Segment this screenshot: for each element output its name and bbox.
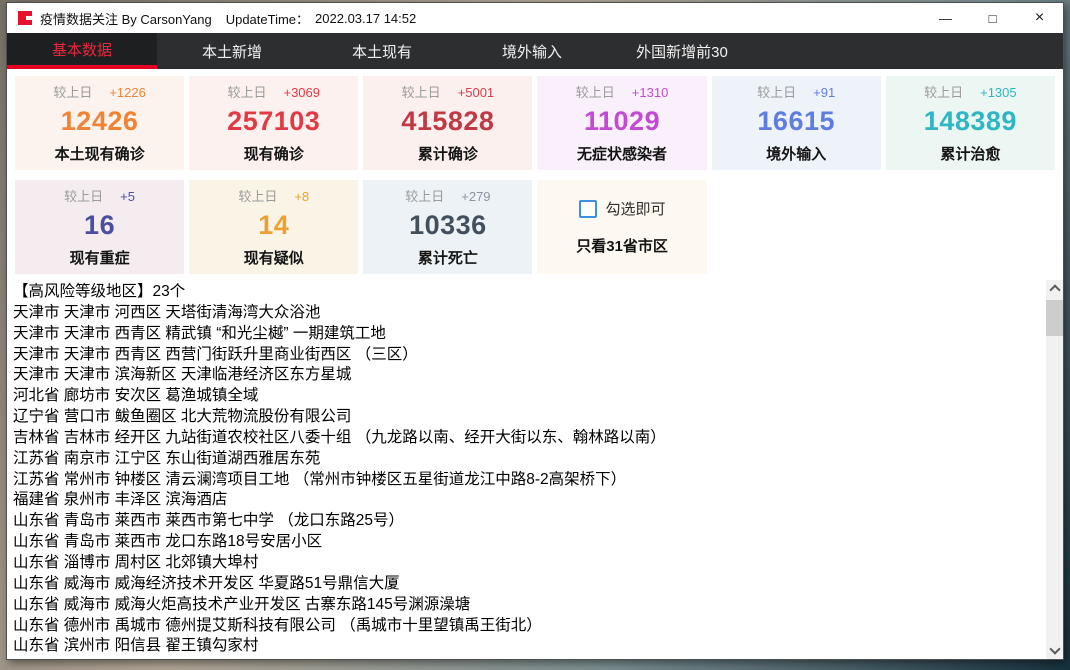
stat-title: 现有确诊 (244, 143, 304, 164)
high-risk-region-list: 【高风险等级地区】23个 天津市 天津市 河西区 天塔街清海湾大众浴池 天津市 … (7, 280, 1063, 659)
compare-label: 较上日 (576, 82, 615, 101)
checkbox-hint-label: 勾选即可 (606, 198, 666, 219)
stat-card-suspected: 较上日 +8 14 现有疑似 (189, 180, 358, 274)
close-button[interactable]: × (1016, 3, 1063, 33)
compare-label: 较上日 (924, 82, 963, 101)
filter-card-title: 只看31省市区 (576, 235, 668, 256)
list-item: 山东省 青岛市 莱西市 龙口东路18号安居小区 (13, 532, 1039, 553)
delta-value: +1226 (109, 85, 146, 100)
tab-foreign-top30[interactable]: 外国新增前30 (607, 33, 757, 69)
compare-label: 较上日 (238, 186, 277, 205)
delta-value: +8 (294, 189, 309, 204)
compare-label: 较上日 (405, 186, 444, 205)
stat-value: 12426 (61, 106, 139, 137)
list-header: 【高风险等级地区】23个 (13, 282, 1039, 303)
stat-value: 16 (84, 210, 115, 241)
compare-label: 较上日 (757, 82, 796, 101)
delta-value: +279 (461, 189, 490, 204)
stat-card-severe: 较上日 +5 16 现有重症 (15, 180, 184, 274)
tab-basic-data[interactable]: 基本数据 (7, 33, 157, 69)
tab-imported[interactable]: 境外输入 (457, 33, 607, 69)
tab-local-current[interactable]: 本土现有 (307, 33, 457, 69)
list-item: 吉林省 吉林市 经开区 九站街道农校社区八委十组 （九龙路以南、经开大街以东、翰… (13, 428, 1039, 449)
list-item: 山东省 威海市 威海经济技术开发区 华夏路51号鼎信大厦 (13, 574, 1039, 595)
delta-value: +5 (120, 189, 135, 204)
stat-value: 14 (258, 210, 289, 241)
stat-value: 257103 (227, 106, 320, 137)
delta-value: +1310 (632, 85, 669, 100)
stat-title: 境外输入 (766, 143, 826, 164)
tab-local-new[interactable]: 本土新增 (157, 33, 307, 69)
list-item: 天津市 天津市 河西区 天塔街清海湾大众浴池 (13, 303, 1039, 324)
compare-label: 较上日 (402, 82, 441, 101)
list-item: 江苏省 南京市 江宁区 东山街道湖西雅居东苑 (13, 449, 1039, 470)
stat-title: 现有疑似 (244, 247, 304, 268)
delta-value: +3069 (283, 85, 320, 100)
app-window: 疫情数据关注 By CarsonYang UpdateTime： 2022.03… (6, 2, 1064, 660)
list-item: 天津市 天津市 西青区 西营门街跃升里商业街西区 （三区） (13, 345, 1039, 366)
list-item: 山东省 德州市 禹城市 德州提艾斯科技有限公司 （禹城市十里望镇禹王街北） (13, 616, 1039, 637)
stat-title: 现有重症 (70, 247, 130, 268)
compare-label: 较上日 (64, 186, 103, 205)
scrollbar-thumb[interactable] (1046, 300, 1063, 336)
stat-title: 累计确诊 (418, 143, 478, 164)
list-item: 山东省 淄博市 周村区 北郊镇大埠村 (13, 553, 1039, 574)
chevron-down-icon (1049, 643, 1060, 654)
only-31-provinces-checkbox[interactable] (579, 200, 597, 218)
window-title: 疫情数据关注 By CarsonYang (40, 9, 212, 28)
titlebar[interactable]: 疫情数据关注 By CarsonYang UpdateTime： 2022.03… (7, 3, 1063, 33)
stat-card-local-active-confirmed: 较上日 +1226 12426 本土现有确诊 (15, 76, 184, 170)
stats-row-1: 较上日 +1226 12426 本土现有确诊 较上日 +3069 257103 现有… (15, 76, 1055, 170)
list-item: 天津市 天津市 西青区 精武镇 “和光尘樾” 一期建筑工地 (13, 324, 1039, 345)
navbar: 基本数据 本土新增 本土现有 境外输入 外国新增前30 (7, 33, 1063, 69)
delta-value: +5001 (458, 85, 495, 100)
list-item: 山东省 滨州市 阳信县 翟王镇勾家村 (13, 636, 1039, 657)
compare-label: 较上日 (53, 82, 92, 101)
list-item: 山东省 威海市 威海火炬高技术产业开发区 古寨东路145号渊源澡塘 (13, 595, 1039, 616)
stat-card-total-cured: 较上日 +1305 148389 累计治愈 (886, 76, 1055, 170)
stat-value: 16615 (757, 106, 835, 137)
list-item: 河北省 廊坊市 安次区 葛渔城镇全域 (13, 386, 1039, 407)
window-controls: — □ × (922, 3, 1063, 33)
app-logo-icon (18, 11, 32, 25)
stats-panel: 较上日 +1226 12426 本土现有确诊 较上日 +3069 257103 现有… (7, 69, 1063, 280)
stat-title: 无症状感染者 (577, 143, 667, 164)
list-item: 江苏省 常州市 钟楼区 清云澜湾项目工地 （常州市钟楼区五星街道龙江中路8-2高… (13, 470, 1039, 491)
stat-title: 累计死亡 (418, 247, 478, 268)
stat-card-total-confirmed: 较上日 +5001 415828 累计确诊 (363, 76, 532, 170)
filter-card: 勾选即可 只看31省市区 (537, 180, 706, 274)
stat-card-active-confirmed: 较上日 +3069 257103 现有确诊 (189, 76, 358, 170)
stat-value: 10336 (409, 210, 487, 241)
scroll-up-button[interactable] (1046, 280, 1063, 297)
stat-value: 415828 (401, 106, 494, 137)
stat-card-imported: 较上日 +91 16615 境外输入 (712, 76, 881, 170)
compare-label: 较上日 (227, 82, 266, 101)
list-item: 福建省 泉州市 丰泽区 滨海酒店 (13, 490, 1039, 511)
stat-title: 累计治愈 (940, 143, 1000, 164)
update-time-label: UpdateTime： (226, 9, 309, 28)
stat-title: 本土现有确诊 (55, 143, 145, 164)
update-time-value: 2022.03.17 14:52 (315, 11, 416, 26)
delta-value: +91 (813, 85, 835, 100)
list-item: 辽宁省 营口市 鲅鱼圈区 北大荒物流股份有限公司 (13, 407, 1039, 428)
chevron-up-icon (1049, 284, 1060, 295)
stat-value: 148389 (924, 106, 1017, 137)
vertical-scrollbar[interactable] (1046, 280, 1063, 659)
maximize-button[interactable]: □ (969, 3, 1016, 33)
list-item: 山东省 青岛市 莱西市 莱西市第七中学 （龙口东路25号） (13, 511, 1039, 532)
stat-card-deaths: 较上日 +279 10336 累计死亡 (363, 180, 532, 274)
minimize-button[interactable]: — (922, 3, 969, 33)
stat-value: 11029 (584, 106, 660, 137)
delta-value: +1305 (980, 85, 1017, 100)
stats-row-2: 较上日 +5 16 现有重症 较上日 +8 14 现有疑似 较上日 +279 1033… (15, 180, 1055, 274)
scroll-down-button[interactable] (1046, 642, 1063, 659)
stat-card-asymptomatic: 较上日 +1310 11029 无症状感染者 (537, 76, 706, 170)
list-item: 天津市 天津市 滨海新区 天津临港经济区东方星城 (13, 365, 1039, 386)
